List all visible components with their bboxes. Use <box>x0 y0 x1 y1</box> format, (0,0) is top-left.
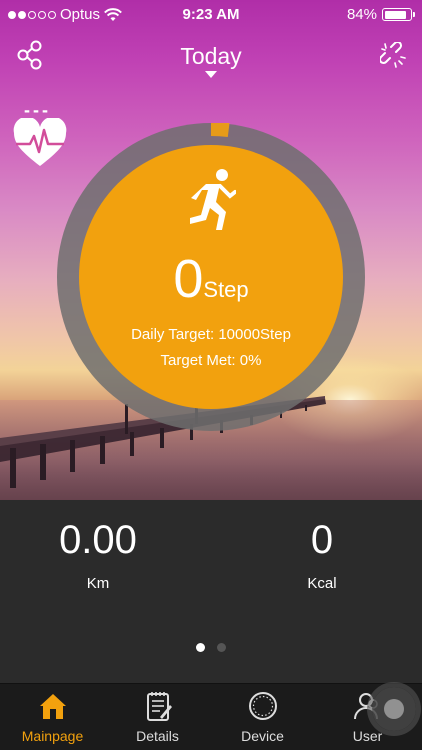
distance-value: 0.00 <box>59 518 137 562</box>
step-count: 0Step <box>0 248 422 310</box>
calories-stat: 0 Kcal <box>242 518 402 592</box>
tab-label: User <box>352 728 383 744</box>
calories-value: 0 <box>310 518 334 562</box>
step-value: 0 <box>173 249 204 309</box>
page-title[interactable]: Today <box>0 43 422 70</box>
distance-label: Km <box>86 575 110 592</box>
tab-details[interactable]: Details <box>105 684 210 750</box>
watch-icon <box>249 692 277 720</box>
page-dot-1[interactable] <box>196 643 205 652</box>
running-icon <box>190 169 236 230</box>
step-unit: Step <box>203 277 249 302</box>
battery-percent: 84% <box>346 6 377 23</box>
tab-label: Details <box>136 728 179 744</box>
status-bar: Optus 9:23 AM 84% <box>0 0 422 30</box>
tab-label: Mainpage <box>21 728 84 744</box>
distance-stat: 0.00 Km <box>18 518 178 592</box>
tab-device[interactable]: Device <box>210 684 315 750</box>
battery-icon <box>382 8 415 21</box>
page-dot-2[interactable] <box>217 643 226 652</box>
tab-label: Device <box>241 728 284 744</box>
home-icon <box>40 694 66 719</box>
chevron-down-icon[interactable] <box>205 71 217 78</box>
page-indicator[interactable] <box>196 643 226 652</box>
target-met: Target Met: 0% <box>160 352 262 369</box>
stats-panel: 0.00 Km 0 Kcal <box>0 500 422 683</box>
daily-target: Daily Target: 10000Step <box>131 326 291 343</box>
tab-bar: Mainpage Details Device User <box>0 683 422 750</box>
tab-mainpage[interactable]: Mainpage <box>0 684 105 750</box>
unlink-icon[interactable] <box>380 42 406 68</box>
assistive-touch-button[interactable] <box>372 687 416 731</box>
calories-label: Kcal <box>307 575 337 592</box>
notepad-icon <box>147 692 172 721</box>
